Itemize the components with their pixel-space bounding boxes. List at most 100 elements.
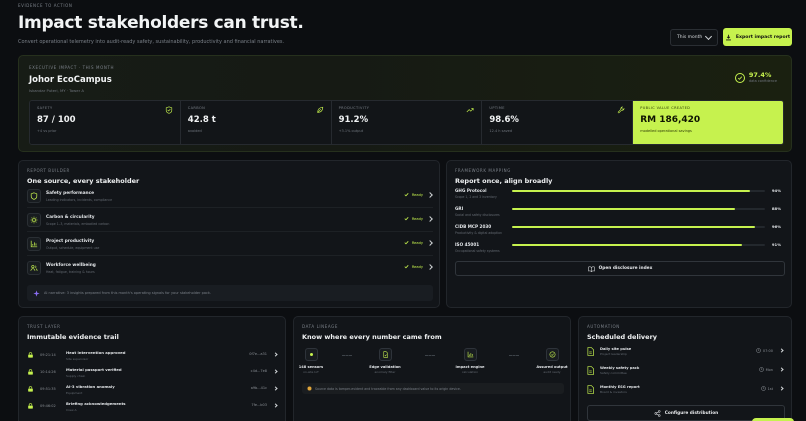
evidence-row[interactable]: 10:14:26 Material passport verified Supply…	[27, 363, 279, 381]
evidence-sub: Crew A	[66, 407, 77, 412]
report-item-productivity[interactable]: Project productivity Output, schedule, eq…	[27, 235, 433, 253]
check-circle-icon	[545, 348, 559, 361]
sun-icon	[27, 213, 41, 227]
kpi-sub: +3.1% output	[338, 129, 364, 133]
step-name: Assured output	[536, 365, 568, 369]
chevron-right-icon	[427, 192, 433, 198]
framework-row[interactable]: GHG Protocol Scope 1, 2 and 3 inventory 94…	[455, 188, 785, 204]
evidence-row[interactable]: 09:51:35 AI-3 vibration anomaly Equipment a…	[27, 380, 279, 398]
schedule-name: Weekly safety pack	[600, 366, 640, 370]
status-label: Ready	[411, 240, 423, 245]
lock-icon	[28, 369, 33, 375]
chevron-right-icon	[273, 369, 278, 374]
document-icon	[587, 366, 594, 375]
report-item-carbon[interactable]: Carbon & circularity Scope 1–3, materials…	[27, 211, 433, 229]
framework-sub: Productivity & digital adoption	[455, 231, 502, 235]
framework-title: Report once, align broadly	[455, 177, 553, 185]
shield-icon	[27, 189, 41, 203]
period-select[interactable]: This month	[670, 29, 718, 46]
framework-progress-track	[512, 226, 765, 228]
schedule-sub: Safety committee	[600, 371, 627, 375]
kpi-carbon[interactable]: CARBON 42.8 t avoided	[180, 101, 332, 144]
download-icon	[725, 34, 731, 40]
status-badge: Ready	[404, 192, 423, 197]
framework-name: CIDB MCP 2030	[455, 224, 492, 229]
sparkle-icon	[33, 289, 40, 297]
lineage-note-text: Source data is tamper-evident and tracea…	[315, 386, 461, 391]
lineage-step-output: Assured output audit ready	[529, 348, 575, 374]
wrench-icon	[617, 106, 625, 114]
scheduled-delivery-panel: AUTOMATION Scheduled delivery Daily site…	[578, 316, 792, 421]
evidence-sub: Supply chain	[66, 373, 86, 378]
evidence-trail-panel: TRUST LAYER Immutable evidence trail 09:…	[18, 316, 286, 421]
framework-progress-fill	[512, 208, 735, 210]
clock-icon	[760, 386, 766, 391]
report-item-safety[interactable]: Safety performance Leading indicators, in…	[27, 187, 433, 205]
kpi-uptime[interactable]: UPTIME 98.6% 12.4 h saved	[482, 101, 634, 144]
framework-percent: 94%	[771, 188, 781, 193]
chevron-right-icon	[779, 348, 784, 353]
builder-eyebrow: REPORT BUILDER	[27, 168, 70, 173]
chevron-right-icon	[779, 367, 784, 372]
connector-line	[509, 355, 519, 356]
document-icon	[378, 348, 392, 361]
trail-title: Immutable evidence trail	[27, 333, 119, 341]
framework-row[interactable]: ISO 45001 Occupational safety systems 91%	[455, 242, 785, 258]
status-label: Ready	[411, 264, 423, 269]
kpi-sub: modelled operational savings	[640, 129, 692, 133]
builder-title: One source, every stakeholder	[27, 177, 140, 185]
schedule-time: Mon	[758, 367, 773, 372]
kpi-value: 42.8 t	[187, 115, 216, 125]
schedule-sub: Board & investors	[600, 390, 627, 394]
export-report-button[interactable]: Export impact report	[723, 28, 792, 46]
evidence-sub: Equipment	[66, 390, 83, 395]
site-location: Iskandar Puteri, MY · Tower A	[29, 88, 84, 93]
sched-title: Scheduled delivery	[587, 333, 658, 341]
clock-icon	[756, 348, 761, 353]
report-item-name: Workforce wellbeing	[46, 262, 96, 268]
framework-row[interactable]: CIDB MCP 2030 Productivity & digital adop…	[455, 224, 785, 240]
evidence-name: Heat intervention approved	[66, 349, 126, 355]
schedule-row[interactable]: Daily site pulse Project leadership 07:00	[587, 343, 785, 360]
evidence-row[interactable]: 09:46:02 Briefing acknowledgements Crew A 7…	[27, 397, 279, 415]
framework-row[interactable]: GRI Social and safety disclosures 88%	[455, 206, 785, 222]
step-sub: anomaly filter	[374, 370, 396, 374]
divider	[27, 207, 433, 208]
kpi-safety[interactable]: SAFETY 87 / 100 +4 vs prior	[30, 101, 181, 144]
chevron-right-icon	[779, 386, 784, 391]
schedule-time-label: 07:00	[762, 348, 773, 353]
document-icon	[587, 347, 594, 356]
check-circle-icon	[734, 73, 745, 83]
kpi-public-value[interactable]: PUBLIC VALUE CREATED RM 186,420 modelled…	[633, 101, 783, 144]
evidence-name: AI-3 vibration anomaly	[66, 383, 115, 389]
kpi-label: UPTIME	[489, 106, 505, 110]
exec-eyebrow: EXECUTIVE IMPACT · THIS MONTH	[29, 65, 115, 70]
data-lineage-panel: DATA LINEAGE Know where every number cam…	[293, 316, 571, 421]
evidence-time: 09:51:35	[40, 387, 56, 391]
report-item-wellbeing[interactable]: Workforce wellbeing Heat, fatigue, traini…	[27, 259, 433, 277]
divider	[27, 231, 433, 232]
report-item-desc: Heat, fatigue, training & hours	[46, 269, 95, 274]
chevron-right-icon	[273, 403, 278, 408]
kpi-productivity[interactable]: PRODUCTIVITY 91.2% +3.1% output	[331, 101, 483, 144]
evidence-row[interactable]: 09:21:14 Heat intervention approved Site s…	[27, 346, 279, 364]
schedule-time-label: 1st	[767, 386, 773, 391]
open-disclosure-index-button[interactable]: Open disclosure index	[455, 261, 785, 276]
schedule-row[interactable]: Weekly safety pack Safety committee Mon	[587, 362, 785, 379]
framework-mapping-panel: FRAMEWORK MAPPING Report once, align bro…	[446, 160, 792, 308]
framework-progress-track	[512, 208, 765, 210]
framework-progress-track	[512, 190, 765, 192]
share-icon	[654, 409, 661, 417]
lock-icon	[28, 403, 33, 409]
report-item-desc: Leading indicators, incidents, complianc…	[46, 197, 113, 202]
lineage-step-validation: Edge validation anomaly filter	[362, 348, 408, 374]
lock-icon	[28, 386, 33, 392]
chevron-right-icon	[427, 216, 433, 222]
report-item-name: Project productivity	[46, 238, 95, 244]
executive-impact-panel: EXECUTIVE IMPACT · THIS MONTH Johor EcoC…	[18, 55, 792, 152]
book-icon	[587, 266, 595, 272]
status-label: Ready	[411, 192, 423, 197]
schedule-row[interactable]: Monthly ESG report Board & investors 1st	[587, 381, 785, 398]
framework-name: ISO 45001	[455, 242, 480, 247]
document-icon	[587, 385, 594, 394]
